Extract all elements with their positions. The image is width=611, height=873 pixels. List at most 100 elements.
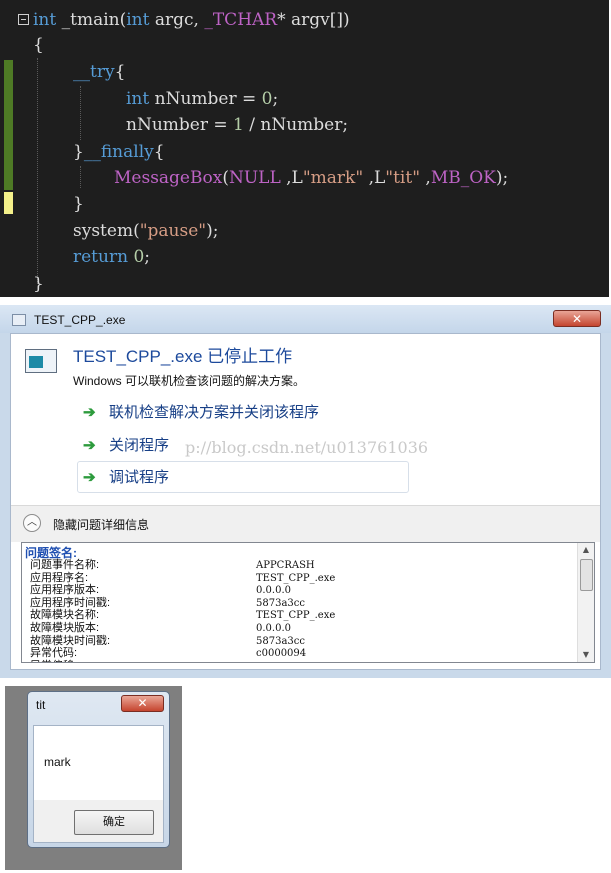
collapse-icon[interactable] bbox=[18, 14, 29, 25]
code-token: argc, bbox=[149, 10, 205, 30]
code-line: int _tmain(int argc, _TCHAR* argv[]) bbox=[33, 8, 350, 32]
details-scrollbar[interactable]: ▲ ▼ bbox=[577, 543, 594, 662]
code-line: nNumber = 1 / nNumber; bbox=[126, 113, 348, 137]
code-token: ( bbox=[222, 168, 229, 188]
detail-row: 应用程序时间戳: 5873a3cc bbox=[22, 597, 578, 610]
watermark: p://blog.csdn.net/u013761036 bbox=[185, 438, 429, 457]
detail-value: 0.0.0.0 bbox=[256, 623, 291, 634]
code-token: { bbox=[33, 35, 44, 55]
code-line: } bbox=[73, 192, 84, 216]
code-token: return bbox=[73, 247, 129, 267]
code-token: ,L bbox=[280, 168, 303, 188]
detail-row: 应用程序版本: 0.0.0.0 bbox=[22, 584, 578, 597]
code-token: } bbox=[33, 274, 44, 294]
detail-row: 故障模块名称: TEST_CPP_.exe bbox=[22, 609, 578, 622]
detail-key: 异常代码: bbox=[30, 647, 78, 660]
code-token: _tmain( bbox=[56, 10, 127, 30]
code-token: ; bbox=[272, 89, 279, 109]
option-label: 联机检查解决方案并关闭该程序 bbox=[109, 404, 320, 421]
program-error-icon bbox=[25, 349, 57, 373]
code-line: system("pause"); bbox=[73, 219, 218, 243]
code-token: / nNumber; bbox=[243, 115, 349, 135]
code-line: int nNumber = 0; bbox=[126, 87, 278, 111]
detail-value: 0.0.0.0 bbox=[256, 585, 291, 597]
green-arrow-icon: ➔ bbox=[83, 437, 96, 454]
detail-key: 故障模块版本: bbox=[30, 622, 100, 634]
code-token: 0 bbox=[261, 89, 273, 109]
code-token: 1 bbox=[233, 115, 244, 135]
code-token: ); bbox=[206, 221, 219, 241]
code-token: "mark" bbox=[302, 168, 364, 188]
code-token: ,L bbox=[363, 168, 386, 188]
code-token: int bbox=[126, 89, 150, 109]
green-arrow-icon: ➔ bbox=[83, 404, 96, 421]
detail-value: 5873a3cc bbox=[256, 597, 305, 609]
detail-value: 5873a3cc bbox=[256, 635, 305, 647]
code-line: MessageBox(NULL ,L"mark" ,L"tit" ,MB_OK)… bbox=[114, 166, 508, 190]
option-label: 关闭程序 bbox=[109, 437, 170, 454]
dialog-subtext: Windows 可以联机检查该问题的解决方案。 bbox=[73, 374, 306, 388]
code-token: MessageBox bbox=[114, 168, 223, 188]
indent-guide bbox=[80, 166, 81, 188]
ok-button[interactable]: 确定 bbox=[74, 810, 154, 835]
code-line: }__finally{ bbox=[73, 140, 165, 164]
detail-row: 应用程序名: TEST_CPP_.exe bbox=[22, 572, 578, 585]
detail-row: 故障模块时间戳: 5873a3cc bbox=[22, 635, 578, 648]
option-label: 调试程序 bbox=[109, 469, 170, 486]
detail-value: TEST_CPP_.exe bbox=[256, 572, 336, 584]
detail-row: 异常偏移: bbox=[22, 660, 578, 662]
code-token: "tit" bbox=[385, 168, 421, 188]
code-token: 0 bbox=[133, 247, 145, 267]
indent-guide bbox=[37, 58, 38, 284]
debug-program-option[interactable]: ➔ 调试程序 bbox=[83, 466, 169, 490]
code-token: nNumber = bbox=[126, 115, 234, 135]
code-editor[interactable]: int _tmain(int argc, _TCHAR* argv[]){__t… bbox=[0, 0, 609, 297]
details-toggle-bar: ︿ 隐藏问题详细信息 bbox=[11, 505, 600, 542]
problem-details-box[interactable]: 问题签名: 问题事件名称: APPCRASH 应用程序名: TEST_CPP_.exe… bbox=[21, 542, 595, 663]
scroll-down-icon[interactable]: ▼ bbox=[578, 648, 594, 662]
app-window-icon bbox=[12, 314, 26, 326]
detail-key: 异常偏移: bbox=[30, 660, 77, 662]
crash-dialog-body: TEST_CPP_.exe 已停止工作 Windows 可以联机检查该问题的解决… bbox=[10, 333, 601, 670]
code-token: __try bbox=[73, 62, 115, 82]
scroll-up-icon[interactable]: ▲ bbox=[578, 543, 594, 557]
code-token: int bbox=[33, 10, 57, 30]
message-box: tit ✕ mark 确定 bbox=[27, 691, 170, 848]
code-token: _TCHAR bbox=[204, 10, 278, 30]
detail-key: 应用程序名: bbox=[30, 571, 89, 584]
code-token: NULL bbox=[228, 168, 281, 188]
detail-value: c0000094 bbox=[256, 648, 307, 660]
code-token: __finally bbox=[83, 142, 154, 162]
hide-details-toggle[interactable]: 隐藏问题详细信息 bbox=[53, 516, 149, 533]
crash-dialog-titlebar[interactable]: TEST_CPP_.exe ✕ bbox=[0, 305, 611, 333]
code-token: , bbox=[420, 168, 431, 188]
message-box-close-button[interactable]: ✕ bbox=[121, 695, 164, 712]
dialog-heading: TEST_CPP_.exe 已停止工作 bbox=[73, 347, 293, 366]
crash-dialog: TEST_CPP_.exe ✕ TEST_CPP_.exe 已停止工作 Wind… bbox=[0, 305, 611, 678]
code-token: nNumber = bbox=[149, 89, 262, 109]
code-token: { bbox=[114, 62, 126, 82]
chevron-up-icon[interactable]: ︿ bbox=[23, 514, 41, 532]
message-text: mark bbox=[44, 755, 71, 769]
code-token: "pause" bbox=[139, 221, 207, 241]
message-box-footer: 确定 bbox=[34, 800, 163, 842]
code-token: ; bbox=[144, 247, 151, 267]
message-box-body: mark 确定 bbox=[33, 725, 164, 843]
green-arrow-icon: ➔ bbox=[83, 469, 96, 486]
message-box-backdrop: tit ✕ mark 确定 bbox=[5, 686, 182, 870]
message-box-title: tit bbox=[36, 698, 46, 712]
code-line: } bbox=[33, 272, 44, 296]
detail-key: 应用程序版本: bbox=[30, 584, 100, 597]
detail-key: 问题事件名称: bbox=[30, 559, 100, 571]
close-program-option[interactable]: ➔ 关闭程序 bbox=[83, 434, 169, 458]
check-online-option[interactable]: ➔ 联机检查解决方案并关闭该程序 bbox=[83, 401, 319, 425]
close-button[interactable]: ✕ bbox=[553, 310, 601, 327]
code-token: MB_OK bbox=[430, 168, 496, 188]
code-line: return 0; bbox=[73, 245, 150, 269]
code-line: { bbox=[33, 33, 44, 57]
code-token: { bbox=[153, 142, 165, 162]
detail-row: 故障模块版本: 0.0.0.0 bbox=[22, 622, 578, 635]
window-title: TEST_CPP_.exe bbox=[34, 313, 126, 327]
scroll-thumb[interactable] bbox=[580, 559, 593, 591]
detail-row: 异常代码: c0000094 bbox=[22, 647, 578, 660]
